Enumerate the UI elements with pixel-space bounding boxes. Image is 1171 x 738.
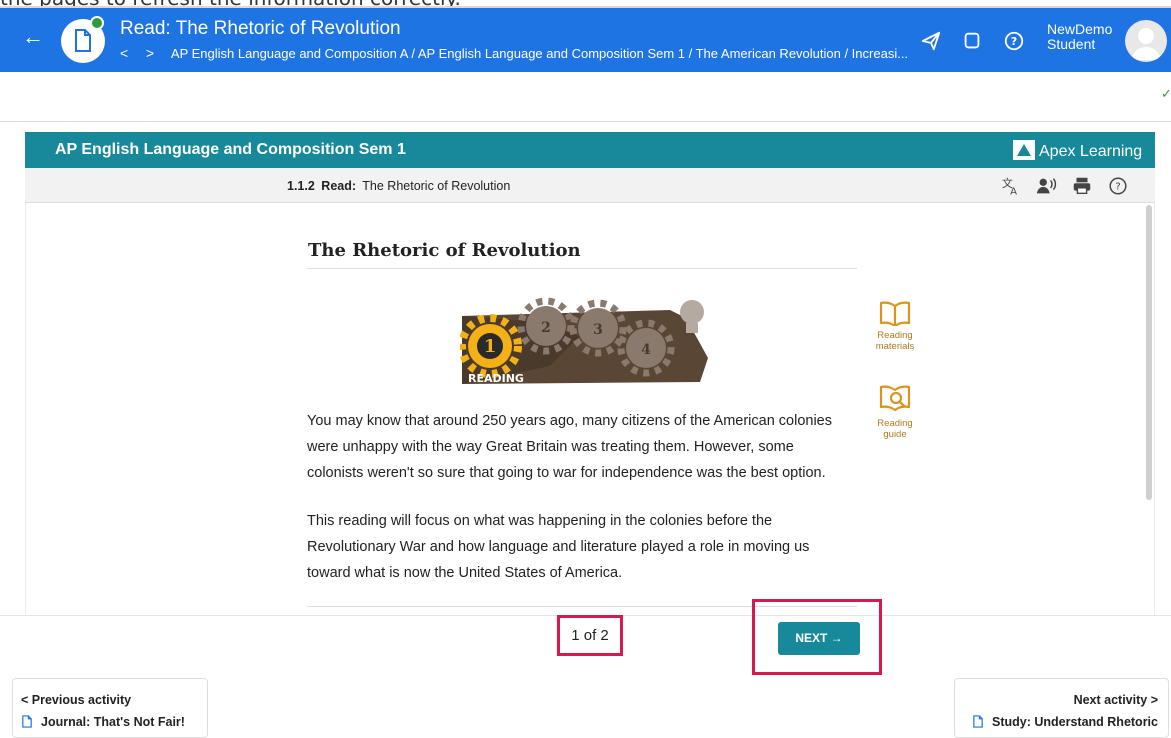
reading-guide-button[interactable]: Reading guide — [865, 384, 925, 440]
next-activity-name: Study: Understand Rhetoric — [972, 715, 1158, 729]
sub-toolbar: ✓ — [0, 72, 1171, 122]
app-header: ← Read: The Rhetoric of Revolution < > A… — [0, 6, 1171, 72]
course-header: AP English Language and Composition Sem … — [25, 132, 1155, 168]
breadcrumb: < > AP English Language and Composition … — [120, 45, 915, 61]
title-divider — [307, 268, 857, 269]
reading-gears-graphic: 1 2 3 4 READING — [458, 296, 710, 386]
content-scrollbar[interactable] — [1146, 205, 1152, 500]
read-aloud-icon[interactable] — [1035, 175, 1057, 197]
notes-icon[interactable] — [961, 30, 985, 54]
reading-materials-button[interactable]: Reading materials — [865, 300, 925, 352]
reading-paragraph-2: This reading will focus on what was happ… — [307, 513, 810, 581]
svg-text:A: A — [1010, 186, 1017, 197]
previous-activity-label: < Previous activity — [21, 693, 132, 707]
lesson-bar: 1.1.2 Read: The Rhetoric of Revolution 文… — [25, 168, 1155, 203]
print-icon[interactable] — [1071, 175, 1093, 197]
reading-label: READING — [468, 372, 524, 385]
apex-logo-icon — [1013, 140, 1035, 160]
svg-text:?: ? — [1011, 35, 1017, 48]
next-activity-button[interactable]: Next activity > Study: Understand Rhetor… — [954, 678, 1169, 738]
next-page-button[interactable]: NEXT → — [778, 622, 860, 655]
back-arrow-icon[interactable]: ← — [18, 22, 48, 52]
breadcrumb-forward-button[interactable]: > — [146, 45, 154, 61]
previous-activity-name: Journal: That's Not Fair! — [21, 715, 185, 729]
document-icon — [973, 715, 983, 728]
help-icon[interactable]: ? — [1003, 30, 1027, 54]
svg-text:3: 3 — [593, 322, 603, 338]
next-activity-label: Next activity > — [1073, 693, 1158, 707]
user-name[interactable]: NewDemo Student — [1047, 22, 1112, 52]
saved-check-icon: ✓ — [1161, 86, 1171, 101]
svg-text:?: ? — [1115, 182, 1120, 193]
svg-text:1: 1 — [484, 336, 497, 357]
send-icon[interactable] — [920, 30, 944, 54]
page-counter: 1 of 2 — [557, 615, 623, 656]
document-icon — [22, 715, 32, 728]
reading-paragraph-1: You may know that around 250 years ago, … — [307, 413, 832, 481]
open-book-icon — [879, 301, 911, 326]
svg-text:2: 2 — [541, 320, 551, 336]
breadcrumb-back-button[interactable]: < — [120, 45, 128, 61]
page-title: Read: The Rhetoric of Revolution — [120, 18, 401, 39]
lesson-title: 1.1.2 Read: The Rhetoric of Revolution — [287, 179, 511, 193]
svg-text:4: 4 — [641, 342, 651, 358]
avatar[interactable] — [1125, 20, 1167, 62]
lesson-help-icon[interactable]: ? — [1107, 175, 1129, 197]
previous-activity-button[interactable]: < Previous activity Journal: That's Not … — [12, 678, 208, 738]
breadcrumb-path[interactable]: AP English Language and Composition A / … — [171, 46, 908, 61]
apex-learning-logo: Apex Learning — [1013, 140, 1142, 161]
translate-icon[interactable]: 文A — [1000, 175, 1022, 197]
book-search-icon — [879, 385, 911, 412]
course-title: AP English Language and Composition Sem … — [55, 141, 406, 158]
reading-title: The Rhetoric of Revolution — [308, 240, 581, 261]
completed-status-icon — [90, 16, 104, 30]
